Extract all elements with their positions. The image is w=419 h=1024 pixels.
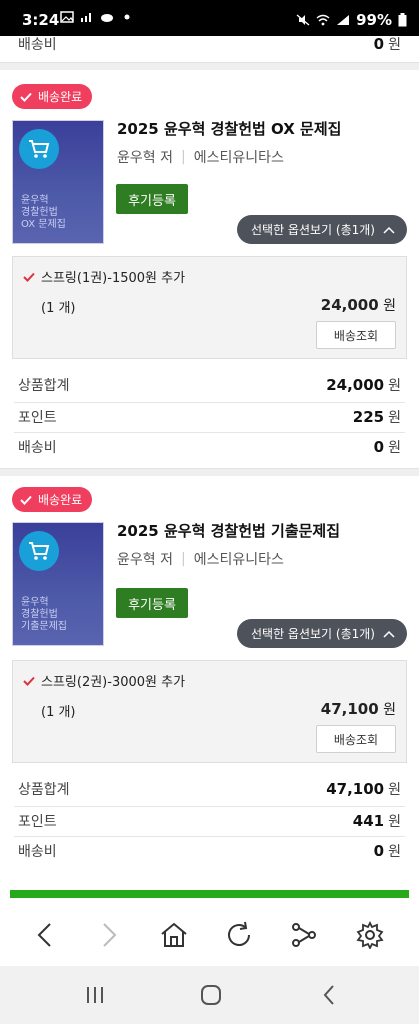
system-nav-bar (0, 966, 419, 1024)
cover-title-text: 윤우혁 경찰헌법 OX 문제집 (21, 195, 66, 230)
status-bar: 3:24 99% (0, 0, 419, 36)
view-options-button[interactable]: 선택한 옵션보기 (총1개) (237, 215, 407, 244)
product-publisher: 에스티유니타스 (193, 552, 284, 568)
book-cover-image[interactable]: 윤우혁 경찰헌법 기출문제집 (12, 522, 104, 646)
settings-icon[interactable] (352, 917, 388, 953)
back-icon[interactable] (27, 917, 63, 953)
view-options-button[interactable]: 선택한 옵션보기 (총1개) (237, 619, 407, 648)
delivery-status-badge: 배송완료 (12, 487, 93, 512)
product-meta: 윤우혁 저 | 에스티유니타스 (117, 147, 284, 167)
home-icon[interactable] (156, 917, 192, 953)
meta-divider: | (180, 149, 186, 165)
dot-icon (124, 14, 130, 20)
check-icon (23, 272, 35, 282)
product-author: 윤우혁 저 (117, 552, 173, 568)
battery-icon (398, 13, 407, 27)
back-nav-icon[interactable] (312, 980, 346, 1010)
shipping-label: 배송비 (18, 37, 57, 53)
recent-apps-icon[interactable] (78, 980, 112, 1010)
delivery-status-badge: 배송완료 (12, 84, 93, 109)
chevron-up-icon (383, 226, 395, 234)
signal-data-icon (81, 13, 91, 22)
check-icon (20, 495, 32, 505)
write-review-button[interactable]: 후기등록 (116, 588, 188, 618)
product-publisher: 에스티유니타스 (193, 150, 284, 166)
check-icon (23, 676, 35, 686)
option-box: 스프링(2권)-3000원 추가 (1 개) 47,100 원 배송조회 (12, 660, 407, 763)
progress-fill (10, 890, 409, 898)
product-title[interactable]: 2025 윤우혁 경찰헌법 기출문제집 (117, 520, 340, 541)
browser-toolbar (0, 905, 419, 965)
option-price: 24,000 원 (320, 296, 396, 314)
product-total-row: 상품합계 47,100 원 (18, 780, 401, 798)
points-row: 포인트 441 원 (18, 812, 401, 830)
cover-title-text: 윤우혁 경찰헌법 기출문제집 (21, 597, 67, 632)
status-left-icons (60, 11, 134, 23)
shipping-row: 배송비 0원 (18, 842, 401, 860)
track-shipping-button[interactable]: 배송조회 (316, 725, 396, 753)
row-divider (14, 432, 405, 433)
option-name: 스프링(1권)-1500원 추가 (23, 267, 185, 286)
cart-icon[interactable] (19, 129, 59, 169)
row-divider (14, 836, 405, 837)
share-icon[interactable] (286, 917, 322, 953)
chevron-up-icon (383, 630, 395, 638)
gallery-icon (60, 11, 74, 23)
wifi-icon (316, 14, 330, 26)
row-divider (14, 402, 405, 403)
cell-signal-icon (337, 15, 350, 25)
option-price: 47,100 원 (320, 700, 396, 718)
track-shipping-button[interactable]: 배송조회 (316, 321, 396, 349)
check-icon (20, 92, 32, 102)
section-divider (0, 62, 419, 70)
battery-level: 99% (356, 11, 392, 29)
option-quantity: (1 개) (41, 705, 76, 720)
cloud-icon (101, 14, 113, 22)
home-nav-icon[interactable] (194, 980, 228, 1010)
write-review-button[interactable]: 후기등록 (116, 184, 188, 214)
points-row: 포인트 225 원 (18, 408, 401, 426)
product-title[interactable]: 2025 윤우혁 경찰헌법 OX 문제집 (117, 118, 341, 139)
option-quantity: (1 개) (41, 301, 76, 316)
status-right-icons: 99% (296, 11, 407, 29)
product-meta: 윤우혁 저 | 에스티유니타스 (117, 549, 284, 569)
forward-icon[interactable] (91, 917, 127, 953)
book-cover-image[interactable]: 윤우혁 경찰헌법 OX 문제집 (12, 120, 104, 244)
page-progress-bar (10, 890, 409, 898)
product-total-row: 상품합계 24,000 원 (18, 376, 401, 394)
cart-icon[interactable] (19, 531, 59, 571)
status-time: 3:24 (22, 11, 60, 29)
section-divider (0, 468, 419, 476)
option-box: 스프링(1권)-1500원 추가 (1 개) 24,000 원 배송조회 (12, 256, 407, 359)
mute-icon (296, 14, 310, 26)
shipping-row: 배송비 0원 (18, 438, 401, 456)
shipping-value: 0원 (373, 35, 401, 53)
refresh-icon[interactable] (221, 917, 257, 953)
option-name: 스프링(2권)-3000원 추가 (23, 671, 185, 690)
top-shipping-row: 배송비 0원 (18, 34, 401, 54)
product-author: 윤우혁 저 (117, 150, 173, 166)
meta-divider: | (180, 551, 186, 567)
row-divider (14, 806, 405, 807)
